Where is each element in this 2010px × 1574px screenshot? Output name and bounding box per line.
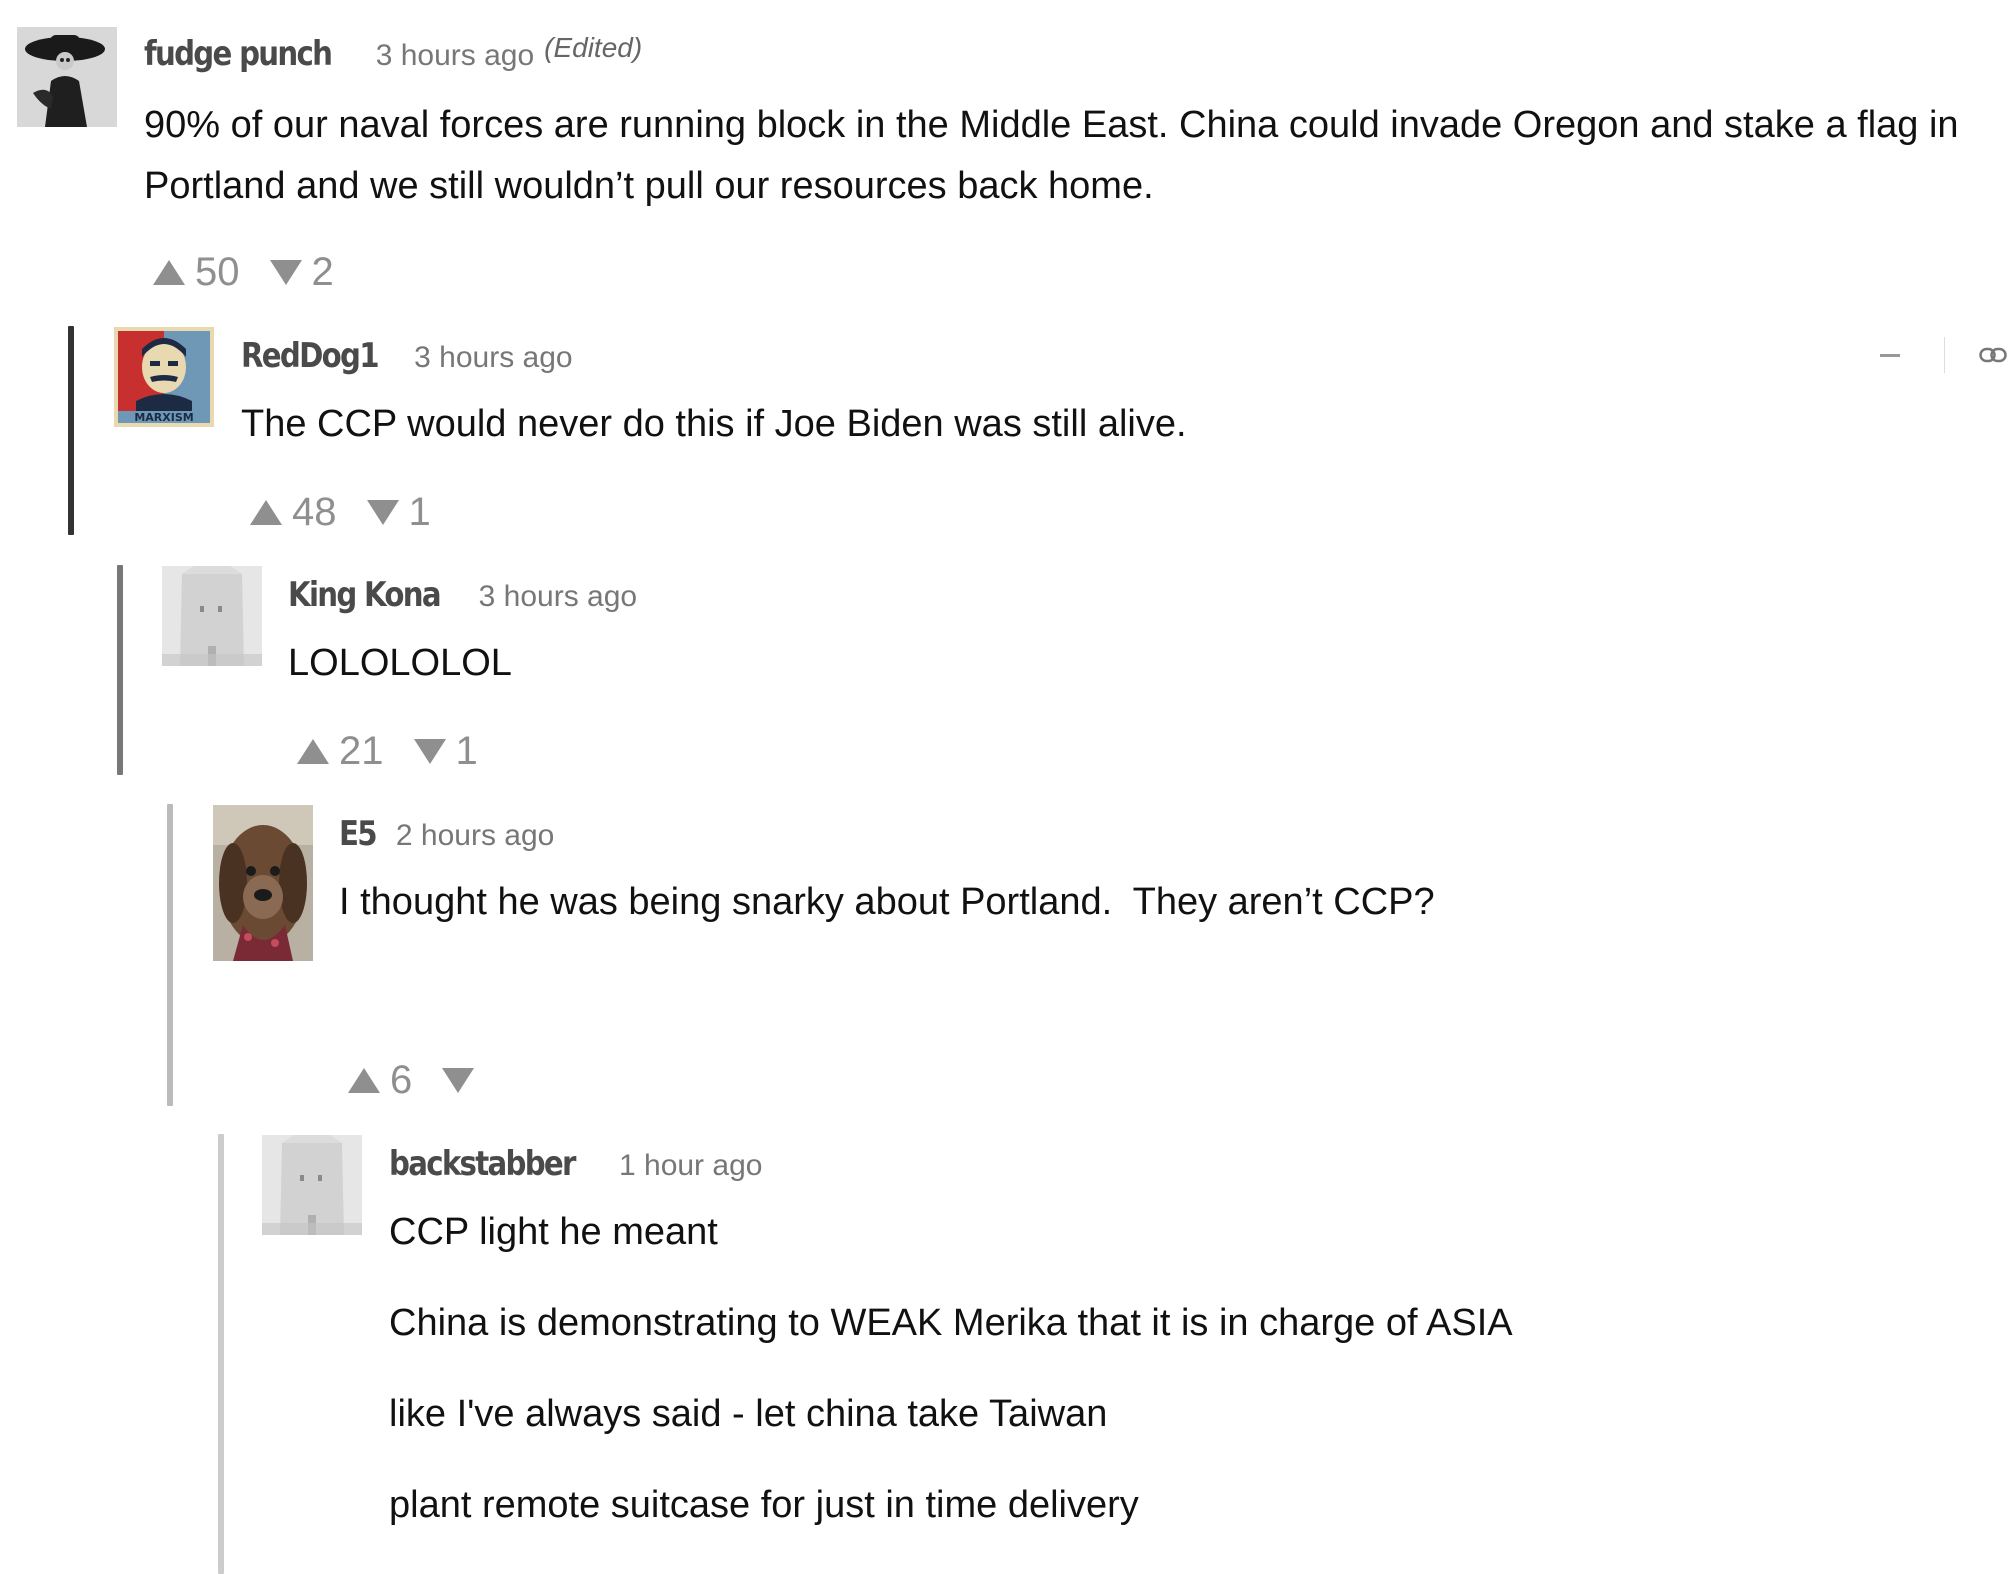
upvote-count: 50 (195, 250, 240, 294)
comment-paragraph: CCP light he meant (389, 1211, 718, 1253)
timestamp[interactable]: 2 hours ago (396, 819, 554, 853)
upvote-arrow-icon (348, 1068, 380, 1093)
downvote-button[interactable] (442, 1068, 484, 1093)
comment-paragraph: China is demonstrating to WEAK Merika th… (389, 1302, 1513, 1344)
paper-bag-avatar[interactable] (262, 1135, 362, 1235)
downvote-arrow-icon (413, 739, 446, 764)
upvote-count: 48 (292, 490, 337, 534)
upvote-button[interactable]: 48 (250, 490, 337, 535)
paper-bag-icon (262, 1135, 362, 1235)
downvote-count: 1 (408, 490, 431, 534)
thread-line-kingkona[interactable] (117, 565, 123, 775)
comment-paragraph: 90% of our naval forces are running bloc… (144, 104, 1959, 207)
comment-body: CCP light he meant China is demonstratin… (389, 1202, 1939, 1536)
tool-divider (1944, 337, 1945, 373)
upvote-arrow-icon (297, 739, 329, 764)
avatar-text: MARXISM (134, 411, 193, 424)
dog-photo-icon (213, 805, 313, 961)
thread-line-e5[interactable] (167, 804, 173, 1106)
thread-line-reddog1[interactable] (68, 326, 74, 535)
thread-line-backstabber[interactable] (218, 1134, 224, 1574)
timestamp[interactable]: 3 hours ago (479, 580, 637, 614)
comment-paragraph: The CCP would never do this if Joe Biden… (241, 403, 1187, 445)
comment-paragraph: plant remote suitcase for just in time d… (389, 1484, 1139, 1526)
timestamp[interactable]: 3 hours ago (414, 341, 572, 375)
downvote-button[interactable]: 2 (269, 250, 334, 295)
upvote-button[interactable]: 21 (297, 729, 384, 774)
comment-paragraph: LOLOLOLOL (288, 642, 512, 684)
downvote-count: 2 (311, 250, 334, 294)
author-name[interactable]: E5 (339, 814, 378, 854)
downvote-arrow-icon (269, 260, 302, 285)
marxism-poster-icon: MARXISM (114, 327, 214, 427)
comment-body: 90% of our naval forces are running bloc… (144, 95, 1994, 217)
downvote-button[interactable]: 1 (413, 729, 478, 774)
comment-body: LOLOLOLOL (288, 633, 1938, 694)
upvote-count: 21 (339, 729, 384, 773)
comment-body: The CCP would never do this if Joe Biden… (241, 394, 1941, 455)
comment-body: I thought he was being snarky about Port… (339, 872, 1939, 933)
sombrero-figure-icon (17, 27, 117, 127)
downvote-button[interactable]: 1 (366, 490, 431, 535)
comment-paragraph: like I've always said - let china take T… (389, 1393, 1108, 1435)
author-name[interactable]: King Kona (288, 575, 442, 615)
paper-bag-avatar[interactable] (162, 566, 262, 666)
comment-paragraph: I thought he was being snarky about Port… (339, 881, 1435, 923)
marxism-poster-avatar[interactable]: MARXISM (114, 327, 214, 427)
downvote-arrow-icon (442, 1068, 475, 1093)
upvote-arrow-icon (250, 500, 282, 525)
upvote-count: 6 (390, 1058, 413, 1102)
downvote-arrow-icon (366, 500, 399, 525)
downvote-count: 1 (455, 729, 478, 773)
author-name[interactable]: RedDog1 (241, 336, 380, 376)
upvote-button[interactable]: 50 (153, 250, 240, 295)
edited-label: (Edited) (544, 32, 643, 63)
author-name[interactable]: fudge punch (144, 34, 333, 74)
upvote-button[interactable]: 6 (348, 1058, 412, 1103)
minus-icon[interactable] (1880, 353, 1900, 357)
upvote-arrow-icon (153, 260, 185, 285)
sombrero-figure-avatar[interactable] (17, 27, 117, 127)
timestamp[interactable]: 3 hours ago (376, 39, 534, 73)
timestamp[interactable]: 1 hour ago (619, 1149, 762, 1183)
author-name[interactable]: backstabber (389, 1144, 576, 1184)
paper-bag-icon (162, 566, 262, 666)
dog-photo-avatar[interactable] (213, 805, 313, 961)
link-icon[interactable] (1979, 347, 2007, 363)
